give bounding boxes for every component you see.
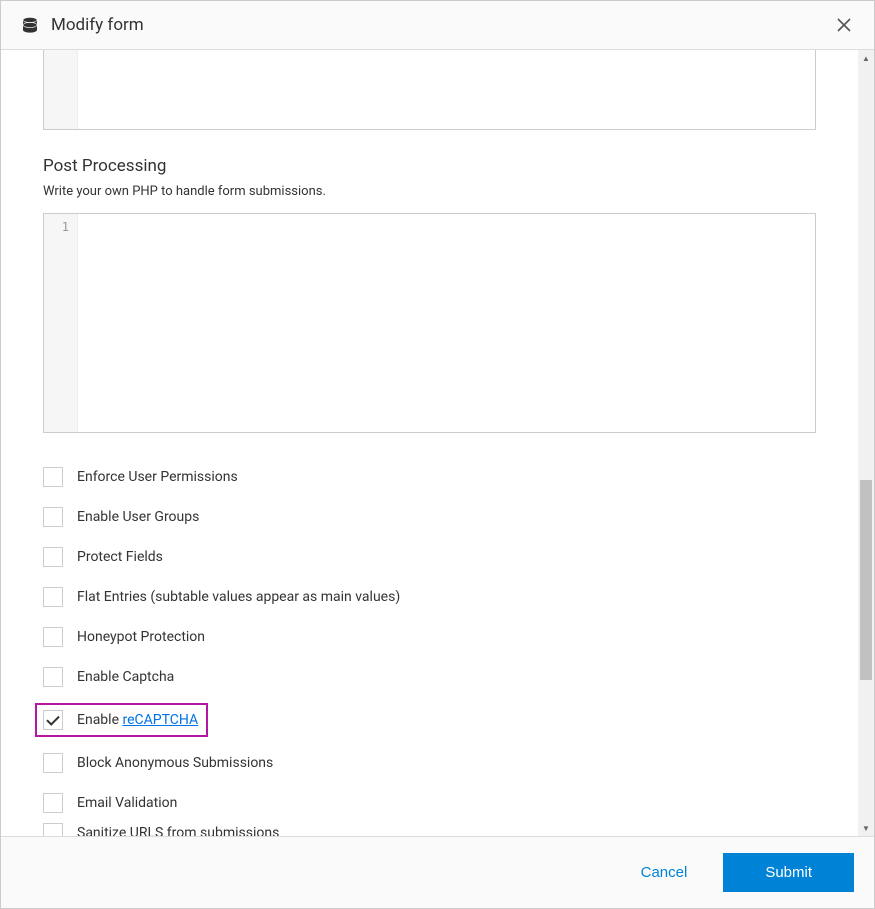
checkbox-row-enable-recaptcha: Enable reCAPTCHA — [43, 697, 816, 743]
editor-body[interactable] — [78, 214, 815, 432]
checkbox-row-honeypot: Honeypot Protection — [43, 617, 816, 657]
checkbox-enable-recaptcha[interactable] — [43, 710, 63, 730]
checkbox-label: Enable Captcha — [77, 669, 174, 685]
section-title: Post Processing — [43, 156, 816, 176]
checkbox-label: Flat Entries (subtable values appear as … — [77, 589, 400, 605]
highlight-annotation: Enable reCAPTCHA — [35, 703, 208, 737]
checkbox-row-protect-fields: Protect Fields — [43, 537, 816, 577]
scroll-down-arrow-icon[interactable]: ▼ — [858, 820, 874, 836]
checkbox-label: Sanitize URLS from submissions — [77, 825, 279, 836]
checkbox-enable-user-groups[interactable] — [43, 507, 63, 527]
vertical-scrollbar[interactable]: ▲ ▼ — [858, 50, 874, 836]
checkbox-sanitize-urls[interactable] — [43, 823, 63, 836]
section-description: Write your own PHP to handle form submis… — [43, 184, 816, 199]
checkbox-honeypot[interactable] — [43, 627, 63, 647]
dialog-header: Modify form — [1, 1, 874, 50]
checkbox-protect-fields[interactable] — [43, 547, 63, 567]
editor-gutter: 1 — [44, 214, 78, 432]
checkbox-label: Enable reCAPTCHA — [77, 712, 198, 728]
line-number: 1 — [62, 220, 69, 234]
scroll-area: Post Processing Write your own PHP to ha… — [1, 50, 858, 836]
checkbox-row-enable-user-groups: Enable User Groups — [43, 497, 816, 537]
checkbox-label: Honeypot Protection — [77, 629, 205, 645]
recaptcha-link[interactable]: reCAPTCHA — [122, 712, 198, 728]
checkbox-label: Email Validation — [77, 795, 177, 811]
submit-button[interactable]: Submit — [723, 853, 854, 892]
checkbox-row-block-anonymous: Block Anonymous Submissions — [43, 743, 816, 783]
cancel-button[interactable]: Cancel — [623, 854, 706, 891]
checkbox-label: Enable User Groups — [77, 509, 199, 525]
checkbox-row-email-validation: Email Validation — [43, 783, 816, 823]
content: Post Processing Write your own PHP to ha… — [1, 50, 858, 836]
dialog-title: Modify form — [51, 15, 144, 35]
modify-form-dialog: Modify form Post Processing Write your o… — [1, 1, 874, 908]
checkbox-row-enable-captcha: Enable Captcha — [43, 657, 816, 697]
close-button[interactable] — [834, 15, 854, 35]
scroll-thumb[interactable] — [860, 480, 872, 680]
checkbox-email-validation[interactable] — [43, 793, 63, 813]
checkbox-enable-captcha[interactable] — [43, 667, 63, 687]
previous-code-editor[interactable] — [43, 50, 816, 130]
checkbox-row-sanitize-urls: Sanitize URLS from submissions — [43, 823, 816, 836]
checkbox-flat-entries[interactable] — [43, 587, 63, 607]
checkbox-enforce-permissions[interactable] — [43, 467, 63, 487]
checkbox-label: Block Anonymous Submissions — [77, 755, 273, 771]
close-icon — [837, 18, 851, 32]
editor-gutter — [44, 50, 78, 129]
label-prefix: Enable — [77, 712, 122, 728]
header-left: Modify form — [21, 15, 144, 35]
checkbox-row-flat-entries: Flat Entries (subtable values appear as … — [43, 577, 816, 617]
dialog-footer: Cancel Submit — [1, 836, 874, 908]
checkbox-label: Protect Fields — [77, 549, 163, 565]
checkbox-block-anonymous[interactable] — [43, 753, 63, 773]
checkbox-label: Enforce User Permissions — [77, 469, 238, 485]
scroll-up-arrow-icon[interactable]: ▲ — [858, 50, 874, 66]
post-processing-editor[interactable]: 1 — [43, 213, 816, 433]
editor-body[interactable] — [78, 50, 815, 129]
database-icon — [21, 16, 39, 34]
checkbox-row-enforce-permissions: Enforce User Permissions — [43, 457, 816, 497]
dialog-body: Post Processing Write your own PHP to ha… — [1, 50, 874, 836]
